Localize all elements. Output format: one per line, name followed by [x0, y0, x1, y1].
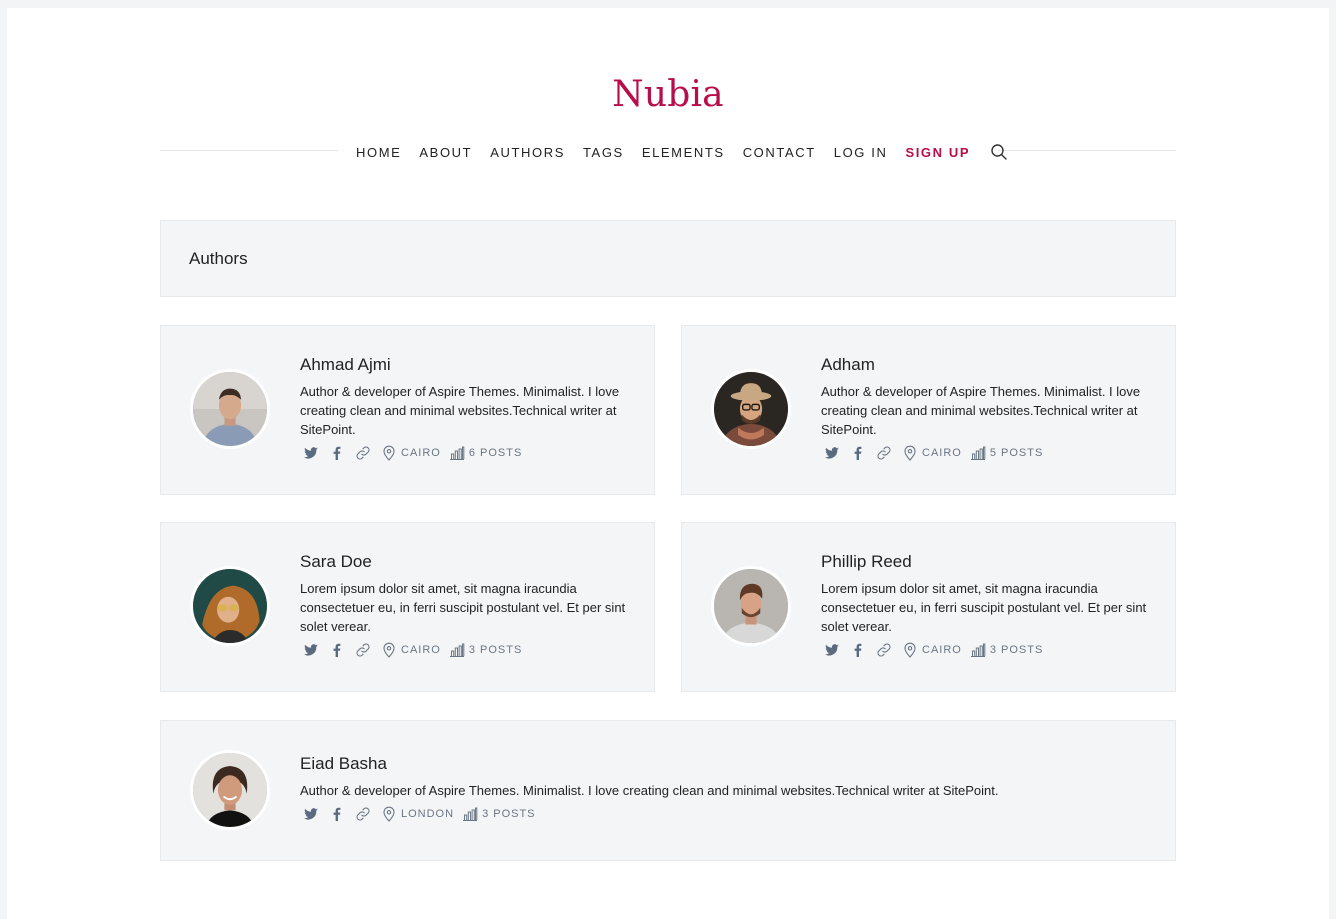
facebook-icon[interactable] — [850, 642, 866, 658]
author-location: CAIRO — [922, 447, 962, 459]
bar-chart-icon — [970, 642, 986, 658]
avatar[interactable] — [190, 566, 270, 646]
author-post-count[interactable]: 3 POSTS — [469, 644, 522, 656]
author-bio: Author & developer of Aspire Themes. Min… — [821, 384, 1141, 437]
author-card: Phillip Reed Lorem ipsum dolor sit amet,… — [681, 522, 1176, 692]
link-icon[interactable] — [876, 642, 892, 658]
bar-chart-icon — [449, 642, 465, 658]
author-meta: CAIRO 6 POSTS — [303, 444, 530, 462]
facebook-icon[interactable] — [850, 445, 866, 461]
facebook-icon[interactable] — [329, 806, 345, 822]
author-name[interactable]: Adham — [821, 355, 875, 375]
facebook-icon[interactable] — [329, 642, 345, 658]
author-name[interactable]: Sara Doe — [300, 552, 372, 572]
author-name[interactable]: Eiad Basha — [300, 754, 387, 774]
facebook-icon[interactable] — [329, 445, 345, 461]
page-title: Authors — [189, 249, 248, 268]
main-navigation: HOME ABOUT AUTHORS TAGS ELEMENTS CONTACT… — [356, 144, 1008, 160]
author-bio: Author & developer of Aspire Themes. Min… — [300, 384, 620, 437]
nav-home[interactable]: HOME — [356, 145, 401, 160]
author-post-count[interactable]: 3 POSTS — [990, 644, 1043, 656]
nav-about[interactable]: ABOUT — [419, 145, 472, 160]
twitter-icon[interactable] — [303, 806, 319, 822]
author-card: Adham Author & developer of Aspire Theme… — [681, 325, 1176, 495]
location-pin-icon — [381, 445, 397, 461]
author-name[interactable]: Phillip Reed — [821, 552, 912, 572]
author-card: Sara Doe Lorem ipsum dolor sit amet, sit… — [160, 522, 655, 692]
author-meta: CAIRO 5 POSTS — [824, 444, 1051, 462]
bar-chart-icon — [449, 445, 465, 461]
author-card: Eiad Basha Author & developer of Aspire … — [160, 720, 1176, 861]
avatar[interactable] — [190, 750, 270, 830]
page-header: Authors — [160, 220, 1176, 297]
nav-contact[interactable]: CONTACT — [743, 145, 816, 160]
author-location: CAIRO — [401, 447, 441, 459]
avatar[interactable] — [711, 566, 791, 646]
twitter-icon[interactable] — [303, 642, 319, 658]
author-post-count[interactable]: 5 POSTS — [990, 447, 1043, 459]
author-bio: Lorem ipsum dolor sit amet, sit magna ir… — [300, 581, 626, 634]
nav-divider-left — [160, 150, 338, 151]
location-pin-icon — [381, 806, 397, 822]
twitter-icon[interactable] — [824, 642, 840, 658]
page: Nubia HOME ABOUT AUTHORS TAGS ELEMENTS C… — [7, 8, 1329, 919]
author-location: CAIRO — [401, 644, 441, 656]
author-card: Ahmad Ajmi Author & developer of Aspire … — [160, 325, 655, 495]
author-location: CAIRO — [922, 644, 962, 656]
nav-sign-up[interactable]: SIGN UP — [905, 145, 970, 160]
location-pin-icon — [902, 642, 918, 658]
bar-chart-icon — [970, 445, 986, 461]
author-meta: CAIRO 3 POSTS — [303, 641, 530, 659]
avatar[interactable] — [190, 369, 270, 449]
bar-chart-icon — [462, 806, 478, 822]
avatar[interactable] — [711, 369, 791, 449]
author-meta: CAIRO 3 POSTS — [824, 641, 1051, 659]
nav-log-in[interactable]: LOG IN — [834, 145, 888, 160]
site-logo[interactable]: Nubia — [7, 74, 1329, 115]
nav-elements[interactable]: ELEMENTS — [642, 145, 725, 160]
link-icon[interactable] — [355, 806, 371, 822]
author-meta: LONDON 3 POSTS — [303, 805, 544, 823]
author-bio: Lorem ipsum dolor sit amet, sit magna ir… — [821, 581, 1147, 634]
author-bio: Author & developer of Aspire Themes. Min… — [300, 783, 999, 798]
location-pin-icon — [381, 642, 397, 658]
link-icon[interactable] — [355, 445, 371, 461]
search-icon[interactable] — [990, 143, 1008, 161]
location-pin-icon — [902, 445, 918, 461]
nav-authors[interactable]: AUTHORS — [490, 145, 565, 160]
nav-tags[interactable]: TAGS — [583, 145, 624, 160]
author-post-count[interactable]: 6 POSTS — [469, 447, 522, 459]
link-icon[interactable] — [355, 642, 371, 658]
link-icon[interactable] — [876, 445, 892, 461]
twitter-icon[interactable] — [824, 445, 840, 461]
author-location: LONDON — [401, 808, 455, 820]
author-name[interactable]: Ahmad Ajmi — [300, 355, 391, 375]
author-post-count[interactable]: 3 POSTS — [482, 808, 535, 820]
nav-divider-right — [998, 150, 1176, 151]
twitter-icon[interactable] — [303, 445, 319, 461]
